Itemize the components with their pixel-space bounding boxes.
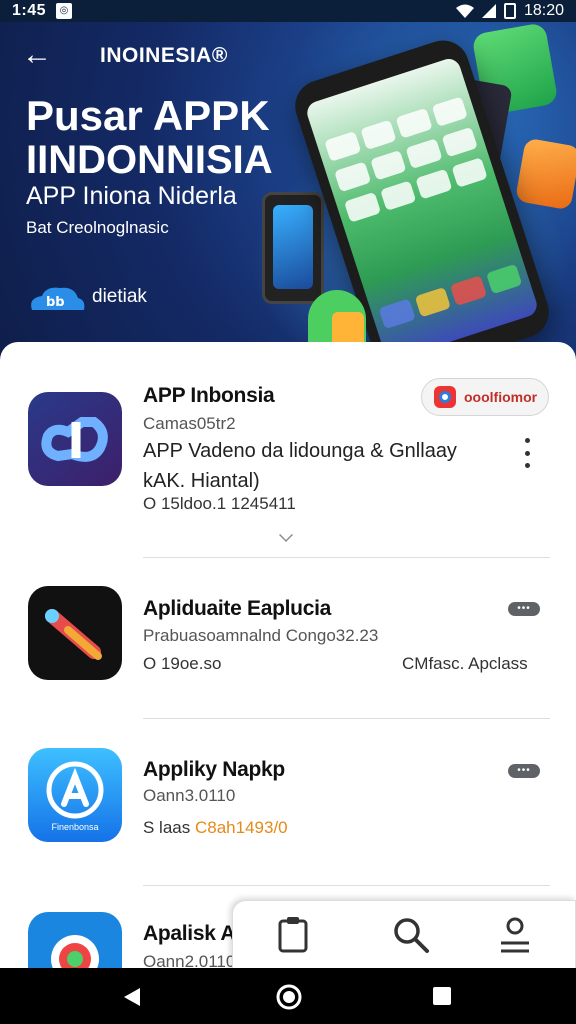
app-subtitle: Camas05tr2 bbox=[143, 414, 236, 433]
wifi-icon bbox=[455, 4, 474, 18]
search-icon[interactable] bbox=[391, 915, 431, 955]
divider bbox=[143, 718, 550, 719]
app-icon: Finenbonsa bbox=[28, 748, 122, 842]
status-time: 1:45 bbox=[12, 2, 47, 19]
app-meta-right: CMfasc. Apclass bbox=[402, 654, 528, 673]
chip-label: ooolfiomor bbox=[464, 389, 538, 405]
hero-tagline: Bat Creolnoglnasic bbox=[26, 218, 169, 237]
divider bbox=[143, 557, 550, 558]
app-name: Apliduaite Eaplucia bbox=[143, 597, 332, 620]
app-subtitle: Oann3.0110 bbox=[143, 786, 236, 805]
cloud-logo-icon: bb bbox=[31, 287, 85, 310]
app-icon bbox=[28, 392, 122, 486]
device-illustration bbox=[262, 192, 324, 304]
logo-text: dietiak bbox=[92, 286, 147, 307]
home-circle-icon[interactable] bbox=[276, 984, 302, 1010]
more-pill-icon[interactable]: ••• bbox=[508, 602, 540, 616]
brand-name: INOINESIA® bbox=[100, 44, 228, 67]
app-name: Apalisk A bbox=[143, 922, 236, 945]
system-navigation-bar bbox=[0, 968, 576, 1024]
app-icon-caption: Finenbonsa bbox=[51, 822, 99, 832]
hero-title-line1: Pusar APPK bbox=[26, 92, 270, 139]
app-list: APP Inbonsia Camas05tr2 APP Vadeno da li… bbox=[0, 342, 576, 968]
install-chip[interactable]: ooolfiomor bbox=[421, 378, 549, 416]
status-clock-right: 18:20 bbox=[523, 2, 564, 19]
bottom-navigation bbox=[232, 900, 576, 972]
hero-title-line2: IINDONNISIA bbox=[26, 138, 273, 182]
status-icons: 18:20 bbox=[455, 2, 564, 20]
status-bar: 1:45 ◎ 18:20 bbox=[0, 0, 576, 22]
back-arrow-icon[interactable]: ← bbox=[22, 40, 52, 70]
app-icon bbox=[28, 912, 122, 968]
app-description: APP Vadeno da lidounga & Gnllaay kAK. Hi… bbox=[143, 440, 457, 492]
hero-subtitle: APP Iniona Niderla bbox=[26, 182, 237, 210]
back-triangle-icon[interactable] bbox=[122, 986, 142, 1008]
clipboard-icon[interactable] bbox=[273, 915, 313, 955]
chip-icon bbox=[434, 386, 456, 408]
more-pill-icon[interactable]: ••• bbox=[508, 764, 540, 778]
app-meta-highlight: C8ah1493/0 bbox=[194, 818, 288, 837]
divider bbox=[143, 885, 550, 886]
more-options-icon[interactable] bbox=[520, 438, 534, 468]
app-meta: O 15ldoo.1 1245411 bbox=[143, 494, 296, 513]
profile-icon[interactable] bbox=[495, 915, 535, 955]
app-meta: O 19oe.so bbox=[143, 654, 222, 673]
app-bag-orange-illustration bbox=[514, 137, 576, 211]
battery-icon bbox=[503, 3, 516, 19]
signal-icon bbox=[481, 4, 496, 18]
app-icon bbox=[28, 586, 122, 680]
notification-icon: ◎ bbox=[56, 3, 73, 19]
hero-banner: ← INOINESIA® Pusar APPK IINDONNISIA APP … bbox=[0, 22, 576, 362]
recents-square-icon[interactable] bbox=[432, 986, 452, 1006]
app-subtitle: Oann2.0110 bbox=[143, 952, 236, 968]
app-meta: S laas C8ah1493/0 bbox=[143, 818, 288, 838]
app-meta-prefix: S laas bbox=[143, 818, 191, 837]
svg-text:bb: bb bbox=[46, 295, 65, 310]
app-name: Appliky Napkp bbox=[143, 758, 285, 781]
app-subtitle: Prabuasoamnalnd Congo32.23 bbox=[143, 626, 379, 645]
app-name: APP Inbonsia bbox=[143, 384, 275, 407]
chevron-down-icon[interactable] bbox=[279, 528, 293, 542]
